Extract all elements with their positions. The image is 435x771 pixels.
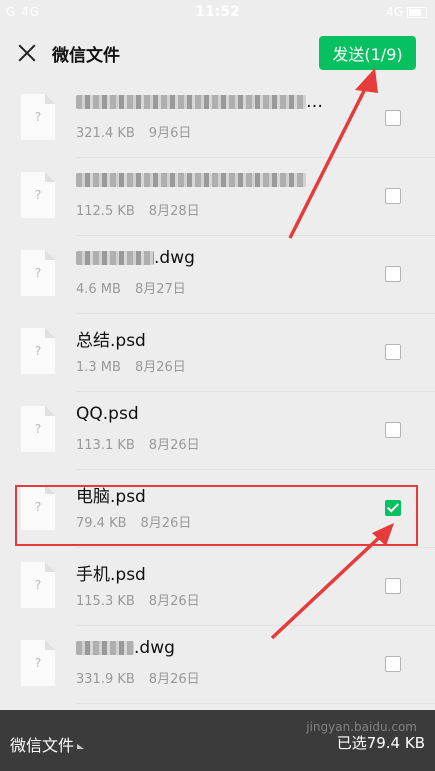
file-size: 113.1 KB	[76, 438, 135, 453]
file-name-text: 手机.psd	[76, 565, 146, 585]
close-icon[interactable]	[14, 40, 40, 66]
network-indicator: 4G	[386, 5, 427, 19]
file-meta: 115.3 KB 8月26日	[76, 590, 200, 609]
bottom-bar: 微信文件 已选79.4 KB	[0, 710, 435, 771]
file-list: ? … 321.4 KB 9月6日? 112.5 KB 8月28日? .dwg 4.6 MB 8…	[0, 80, 435, 710]
file-icon: ?	[21, 640, 55, 686]
file-row[interactable]: ? 手机.psd 115.3 KB 8月26日	[0, 548, 435, 626]
file-name-text: .dwg	[134, 638, 175, 658]
file-meta: 321.4 KB 9月6日	[76, 122, 191, 141]
status-bar: G 4G 11:52 4G	[0, 0, 435, 26]
blurred-filename	[76, 641, 134, 655]
file-date: 9月6日	[148, 126, 192, 141]
file-date: 8月26日	[148, 672, 200, 687]
file-name: …	[76, 92, 346, 112]
file-checkbox[interactable]	[385, 656, 401, 672]
file-row[interactable]: ? .dwg 4.6 MB 8月27日	[0, 236, 435, 314]
file-row[interactable]: ? 112.5 KB 8月28日	[0, 158, 435, 236]
question-icon: ?	[34, 188, 42, 202]
file-size: 321.4 KB	[76, 126, 135, 141]
file-checkbox[interactable]	[385, 110, 401, 126]
file-name: 总结.psd	[76, 326, 346, 351]
file-row[interactable]: ? .dwg 331.9 KB 8月26日	[0, 626, 435, 704]
file-checkbox[interactable]	[385, 344, 401, 360]
battery-icon	[407, 7, 427, 18]
file-checkbox[interactable]	[385, 578, 401, 594]
file-checkbox[interactable]	[385, 266, 401, 282]
triangle-icon	[77, 744, 85, 749]
file-icon: ?	[21, 94, 55, 140]
page-title: 微信文件	[52, 46, 120, 66]
file-date: 8月26日	[148, 594, 200, 609]
file-name-text: …	[306, 92, 323, 112]
file-name: 手机.psd	[76, 560, 346, 585]
question-icon: ?	[34, 344, 42, 358]
file-name-text: .dwg	[154, 248, 195, 268]
file-meta: 1.3 MB 8月26日	[76, 356, 186, 375]
file-icon: ?	[21, 562, 55, 608]
network-label: 4G	[386, 5, 403, 19]
folder-selector[interactable]: 微信文件	[10, 732, 85, 756]
question-icon: ?	[34, 110, 42, 124]
send-button[interactable]: 发送(1/9)	[319, 36, 416, 70]
selected-size: 已选79.4 KB	[336, 734, 425, 752]
file-name: .dwg	[76, 638, 346, 658]
file-icon: ?	[21, 250, 55, 296]
file-row[interactable]: ? … 321.4 KB 9月6日	[0, 80, 435, 158]
file-checkbox[interactable]	[385, 188, 401, 204]
file-size: 331.9 KB	[76, 672, 135, 687]
file-name: .dwg	[76, 248, 346, 268]
file-size: 112.5 KB	[76, 204, 135, 219]
file-name-text: QQ.psd	[76, 404, 139, 424]
blurred-filename	[76, 173, 306, 187]
top-bar: 微信文件 发送(1/9)	[0, 26, 435, 80]
file-icon: ?	[21, 406, 55, 452]
status-time: 11:52	[195, 4, 240, 20]
file-date: 8月27日	[134, 282, 186, 297]
file-date: 8月28日	[148, 204, 200, 219]
file-name	[76, 170, 346, 190]
file-size: 115.3 KB	[76, 594, 135, 609]
file-size: 1.3 MB	[76, 360, 121, 375]
question-icon: ?	[34, 578, 42, 592]
file-date: 8月26日	[148, 438, 200, 453]
question-icon: ?	[34, 656, 42, 670]
file-row[interactable]: ? 总结.psd 1.3 MB 8月26日	[0, 314, 435, 392]
file-icon: ?	[21, 172, 55, 218]
file-meta: 331.9 KB 8月26日	[76, 668, 200, 687]
file-name: QQ.psd	[76, 404, 346, 424]
file-date: 8月26日	[134, 360, 186, 375]
file-icon: ?	[21, 328, 55, 374]
file-meta: 112.5 KB 8月28日	[76, 200, 200, 219]
file-meta: 4.6 MB 8月27日	[76, 278, 186, 297]
file-checkbox[interactable]	[385, 422, 401, 438]
file-name-text: 总结.psd	[76, 331, 146, 351]
file-size: 4.6 MB	[76, 282, 121, 297]
file-meta: 113.1 KB 8月26日	[76, 434, 200, 453]
blurred-filename	[76, 95, 306, 109]
file-row[interactable]: ? QQ.psd 113.1 KB 8月26日	[0, 392, 435, 470]
folder-label: 微信文件	[10, 736, 75, 755]
blurred-filename	[76, 251, 154, 265]
question-icon: ?	[34, 266, 42, 280]
question-icon: ?	[34, 422, 42, 436]
annotation-highlight-box	[15, 485, 418, 546]
row-divider	[76, 703, 435, 704]
